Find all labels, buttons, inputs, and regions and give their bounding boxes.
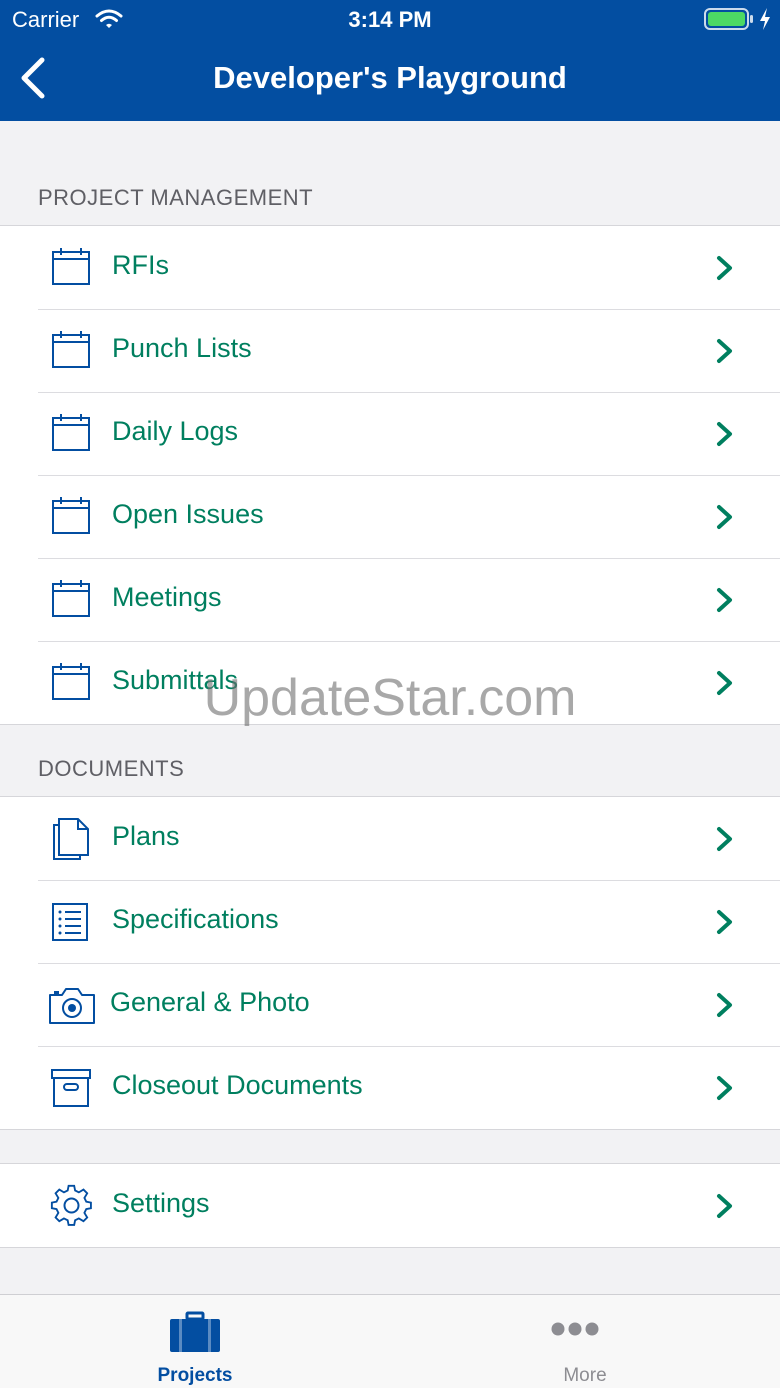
list-item-rfis[interactable]: RFIs bbox=[0, 226, 780, 309]
tab-label: Projects bbox=[157, 1365, 233, 1386]
status-time: 3:14 PM bbox=[348, 7, 432, 32]
calendar-icon bbox=[52, 248, 90, 285]
list-item-punch-lists[interactable]: Punch Lists bbox=[0, 309, 780, 392]
chevron-right-icon bbox=[717, 588, 732, 612]
section-header-project-management: PROJECT MANAGEMENT bbox=[38, 185, 314, 210]
chevron-right-icon bbox=[717, 671, 732, 695]
list-item-label: Punch Lists bbox=[112, 333, 252, 363]
list-item-label: Daily Logs bbox=[112, 416, 239, 446]
list-item-label: Open Issues bbox=[112, 499, 264, 529]
page-title: Developer's Playground bbox=[213, 60, 567, 95]
briefcase-icon bbox=[170, 1311, 220, 1352]
list-item-plans[interactable]: Plans bbox=[0, 797, 780, 880]
documents-list: Plans Specifications General & Photo Clo… bbox=[0, 796, 780, 1130]
project-management-list: RFIs Punch Lists Daily Logs Open Issues bbox=[0, 225, 780, 725]
list-item-label: Submittals bbox=[112, 665, 239, 695]
calendar-icon bbox=[52, 580, 90, 617]
calendar-icon bbox=[52, 497, 90, 534]
tab-label: More bbox=[563, 1365, 607, 1386]
chevron-right-icon bbox=[717, 256, 732, 280]
list-item-meetings[interactable]: Meetings bbox=[0, 558, 780, 641]
list-item-daily-logs[interactable]: Daily Logs bbox=[0, 392, 780, 475]
chevron-right-icon bbox=[717, 422, 732, 446]
list-item-label: RFIs bbox=[112, 250, 169, 280]
battery-icon bbox=[704, 8, 753, 30]
list-item-general-photo[interactable]: General & Photo bbox=[0, 963, 780, 1046]
chevron-right-icon bbox=[717, 339, 732, 363]
list-item-submittals[interactable]: Submittals bbox=[0, 641, 780, 724]
documents-icon bbox=[53, 818, 89, 860]
tab-projects[interactable]: Projects bbox=[0, 1295, 390, 1388]
list-item-label: Meetings bbox=[112, 582, 222, 612]
calendar-icon bbox=[52, 331, 90, 368]
more-dots-icon bbox=[551, 1322, 599, 1336]
camera-icon bbox=[49, 988, 95, 1024]
list-item-closeout-documents[interactable]: Closeout Documents bbox=[0, 1046, 780, 1129]
list-icon bbox=[52, 903, 88, 941]
tab-more[interactable]: More bbox=[390, 1295, 780, 1388]
gear-icon bbox=[50, 1184, 92, 1226]
chevron-right-icon bbox=[717, 1194, 732, 1218]
section-header-documents: DOCUMENTS bbox=[38, 756, 185, 781]
calendar-icon bbox=[52, 663, 90, 700]
list-item-settings[interactable]: Settings bbox=[0, 1164, 780, 1247]
chevron-right-icon bbox=[717, 910, 732, 934]
list-item-label: General & Photo bbox=[110, 987, 310, 1017]
tab-bar: Projects More bbox=[0, 1294, 780, 1388]
settings-list: Settings bbox=[0, 1163, 780, 1248]
chevron-right-icon bbox=[717, 827, 732, 851]
chevron-right-icon bbox=[717, 505, 732, 529]
calendar-icon bbox=[52, 414, 90, 451]
chevron-right-icon bbox=[717, 993, 732, 1017]
archive-box-icon bbox=[51, 1069, 91, 1107]
list-item-label: Closeout Documents bbox=[112, 1070, 363, 1100]
navigation-bar: Carrier 3:14 PM Developer's Playground bbox=[0, 0, 780, 121]
list-item-specifications[interactable]: Specifications bbox=[0, 880, 780, 963]
list-item-label: Plans bbox=[112, 821, 180, 851]
list-item-label: Specifications bbox=[112, 904, 279, 934]
list-item-open-issues[interactable]: Open Issues bbox=[0, 475, 780, 558]
charging-bolt-icon bbox=[760, 8, 770, 30]
list-item-label: Settings bbox=[112, 1188, 210, 1218]
chevron-right-icon bbox=[717, 1076, 732, 1100]
